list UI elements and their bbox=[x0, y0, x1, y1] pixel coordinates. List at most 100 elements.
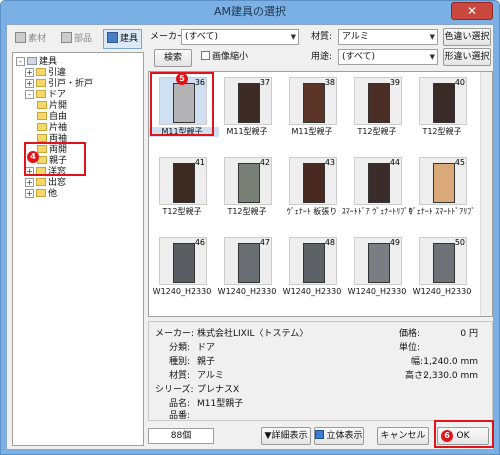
fixture-item[interactable]: 45 ｳﾞｪﾅｰﾄ ｽﾏｰﾄﾄﾞｱﾘﾌﾞ bbox=[409, 154, 475, 234]
folder-icon bbox=[37, 123, 47, 131]
expand-icon[interactable]: + bbox=[25, 189, 34, 198]
fixture-caption: W1240_H2330 bbox=[282, 287, 342, 296]
collapse-icon[interactable]: - bbox=[25, 90, 34, 99]
door-image bbox=[368, 163, 390, 203]
fixture-item[interactable]: 47 W1240_H2330 bbox=[216, 234, 278, 314]
fixture-thumbnail[interactable]: 45 bbox=[419, 157, 467, 205]
fixtures-icon bbox=[107, 32, 118, 43]
fixture-thumbnail[interactable]: 41 bbox=[159, 157, 207, 205]
info-class-label: 分類: bbox=[169, 343, 191, 353]
fixture-item[interactable]: 43 ｳﾞｪﾅｰﾄ 板張り bbox=[281, 154, 343, 234]
search-button[interactable]: 検索 bbox=[154, 49, 192, 67]
grid-scrollbar[interactable] bbox=[480, 72, 492, 316]
info-maker-value: 株式会社LIXIL〈トステム〉 bbox=[197, 329, 309, 339]
tree-item-label: 引違 bbox=[48, 68, 67, 78]
fixture-thumbnail[interactable]: 42 bbox=[224, 157, 272, 205]
fixture-caption: M11型親子 bbox=[291, 127, 333, 136]
fixture-thumbnail[interactable]: 43 bbox=[289, 157, 337, 205]
checkbox-box[interactable] bbox=[201, 51, 210, 60]
fixture-thumbnail[interactable]: 48 bbox=[289, 237, 337, 285]
fixture-thumbnail[interactable]: 50 bbox=[419, 237, 467, 285]
tree-item-label: 他 bbox=[48, 189, 58, 199]
door-image bbox=[238, 83, 260, 123]
shape-select-button[interactable]: 形違い選択 bbox=[443, 48, 491, 66]
tree-item[interactable]: + 他 bbox=[25, 188, 57, 200]
maker-value: (すべて) bbox=[185, 32, 219, 42]
tab-parts-label: 部品 bbox=[74, 34, 93, 44]
fixture-caption: W1240_H2330 bbox=[217, 287, 277, 296]
info-kind-value: 親子 bbox=[197, 357, 216, 367]
tab-fixtures[interactable]: 建具 bbox=[103, 29, 143, 49]
fixture-item[interactable]: 46 W1240_H2330 bbox=[151, 234, 213, 314]
fixture-caption: T12型親子 bbox=[162, 207, 202, 216]
folder-icon bbox=[37, 134, 47, 142]
maker-select[interactable]: (すべて) ▼ bbox=[181, 29, 299, 45]
chevron-down-icon: ▼ bbox=[429, 53, 435, 61]
tree-item-label: ドア bbox=[48, 90, 67, 100]
fixture-thumbnail[interactable]: 44 bbox=[354, 157, 402, 205]
expand-icon[interactable]: + bbox=[25, 68, 34, 77]
usage-select[interactable]: (すべて) ▼ bbox=[338, 49, 438, 65]
cancel-button[interactable]: キャンセル bbox=[377, 427, 429, 445]
fixture-thumbnail[interactable]: 38 bbox=[289, 77, 337, 125]
fixture-number: 42 bbox=[259, 158, 270, 167]
fixture-thumbnail[interactable]: 39 bbox=[354, 77, 402, 125]
annotation-badge-5: 5 bbox=[176, 73, 188, 85]
fixture-item[interactable]: 37 M11型親子 bbox=[216, 74, 278, 154]
dialog-window: AM建具の選択 ✕ 素材 部品 建具 メーカー: (すべて) ▼ 材質: アルミ ▼… bbox=[0, 0, 500, 455]
fixture-thumbnail[interactable]: 46 bbox=[159, 237, 207, 285]
fixture-number: 49 bbox=[389, 238, 400, 247]
fixture-item[interactable]: 44 ｽﾏｰﾄﾄﾞｱ ｳﾞｪﾅｰﾄﾘﾌﾞﾓ bbox=[342, 154, 412, 234]
door-image bbox=[173, 163, 195, 203]
fixture-item[interactable]: 42 T12型親子 bbox=[216, 154, 278, 234]
door-image bbox=[173, 243, 195, 283]
tab-parts[interactable]: 部品 bbox=[57, 29, 96, 49]
fixture-item[interactable]: 41 T12型親子 bbox=[151, 154, 213, 234]
folder-icon bbox=[37, 112, 47, 120]
tree-item-label: 自由 bbox=[49, 112, 68, 122]
info-price-value: 0 円 bbox=[460, 329, 478, 339]
tab-material-label: 素材 bbox=[28, 34, 47, 44]
folder-icon bbox=[36, 90, 46, 98]
door-image bbox=[238, 243, 260, 283]
shrink-label: 画像縮小 bbox=[212, 52, 249, 62]
detail-toggle-button[interactable]: ▼詳細表示 bbox=[261, 427, 311, 445]
chevron-down-icon: ▼ bbox=[290, 33, 296, 41]
fixture-item[interactable]: 49 W1240_H2330 bbox=[346, 234, 408, 314]
shrink-checkbox[interactable]: 画像縮小 bbox=[201, 50, 248, 64]
info-name-label: 品名: bbox=[169, 399, 191, 409]
fixture-item[interactable]: 48 W1240_H2330 bbox=[281, 234, 343, 314]
close-button[interactable]: ✕ bbox=[451, 2, 493, 20]
fixture-caption: W1240_H2330 bbox=[152, 287, 212, 296]
category-tree[interactable]: - 建具 + 引違 + 引戸・折戸 - ドア 片開 自由 片袖 両袖 両開 親子 + 洋窓 + 出窓 + 他 bbox=[12, 52, 144, 446]
fixture-item[interactable]: 50 W1240_H2330 bbox=[411, 234, 473, 314]
door-image bbox=[433, 83, 455, 123]
material-select[interactable]: アルミ ▼ bbox=[338, 29, 438, 45]
expand-icon[interactable]: + bbox=[25, 79, 34, 88]
tab-material[interactable]: 素材 bbox=[11, 29, 50, 49]
fixture-thumbnail[interactable]: 37 bbox=[224, 77, 272, 125]
folder-icon bbox=[37, 101, 47, 109]
fixture-number: 43 bbox=[324, 158, 335, 167]
info-height-value: 2,330.0 mm bbox=[423, 371, 478, 381]
fixture-number: 47 bbox=[259, 238, 270, 247]
fixture-thumbnail[interactable]: 49 bbox=[354, 237, 402, 285]
fixture-item[interactable]: 40 T12型親子 bbox=[411, 74, 473, 154]
collapse-icon[interactable]: - bbox=[16, 57, 25, 66]
door-image bbox=[433, 243, 455, 283]
material-value: アルミ bbox=[342, 32, 369, 42]
fixture-number: 48 bbox=[324, 238, 335, 247]
annotation-badge-6: 6 bbox=[441, 430, 453, 442]
fixture-thumbnail[interactable]: 47 bbox=[224, 237, 272, 285]
fixture-item[interactable]: 39 T12型親子 bbox=[346, 74, 408, 154]
info-mat-value: アルミ bbox=[197, 371, 224, 381]
tree-item-label: 片袖 bbox=[49, 123, 68, 133]
color-select-button[interactable]: 色違い選択 bbox=[443, 28, 491, 46]
fixture-thumbnail[interactable]: 40 bbox=[419, 77, 467, 125]
info-price-label: 価格: bbox=[399, 329, 421, 339]
material-icon bbox=[15, 32, 26, 43]
detail-panel: メーカー: 株式会社LIXIL〈トステム〉 分類: ドア 種別: 親子 材質: … bbox=[148, 321, 493, 421]
fixture-item[interactable]: 38 M11型親子 bbox=[281, 74, 343, 154]
expand-icon[interactable]: + bbox=[25, 178, 34, 187]
threed-view-button[interactable]: 立体表示 bbox=[314, 427, 364, 445]
